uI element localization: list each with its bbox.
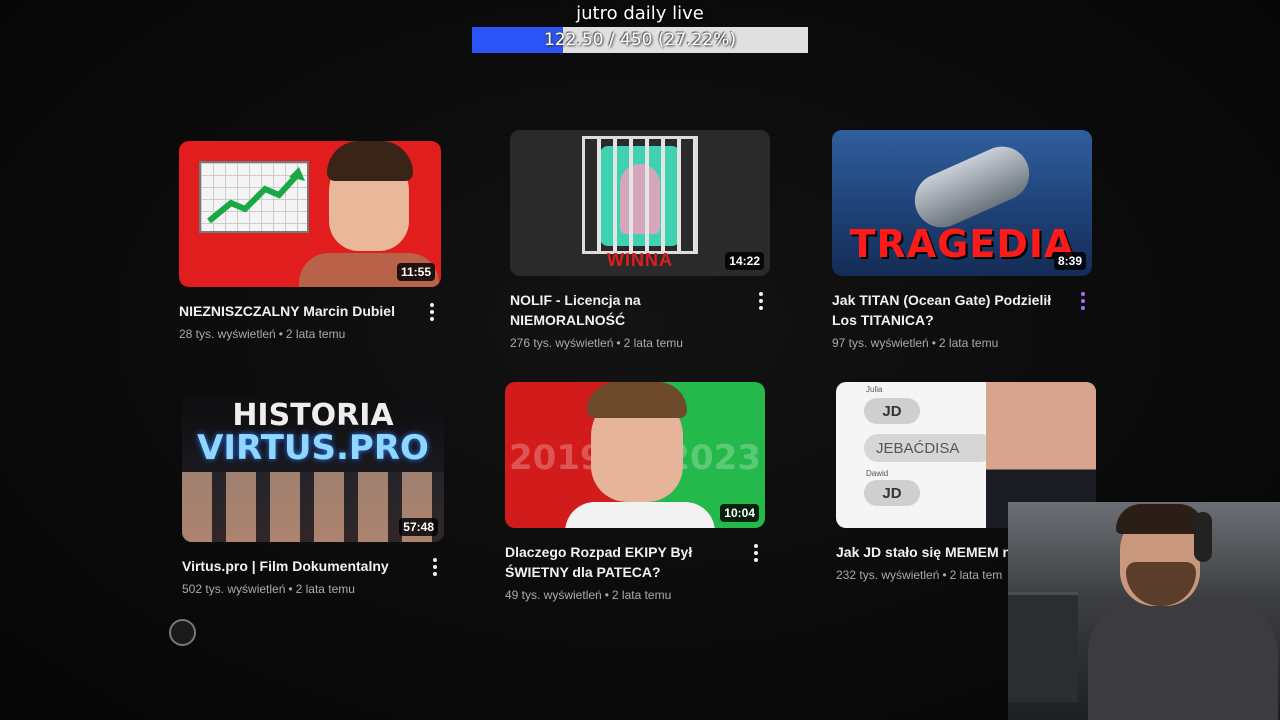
video-title[interactable]: Virtus.pro | Film Dokumentalny xyxy=(182,556,418,576)
jail-bars-graphic xyxy=(582,136,698,254)
more-vert-icon[interactable] xyxy=(428,556,442,578)
video-stats: 28 tys. wyświetleń • 2 lata temu xyxy=(179,327,346,341)
video-card[interactable]: HISTORIA VIRTUS.PRO 57:48 Virtus.pro | F… xyxy=(182,396,444,596)
chat-bubble: JD xyxy=(864,480,920,506)
video-stats: 276 tys. wyświetleń • 2 lata temu xyxy=(510,336,683,350)
chart-graphic xyxy=(199,161,309,233)
video-views: 276 tys. wyświetleń xyxy=(510,336,614,350)
video-thumbnail[interactable]: HISTORIA VIRTUS.PRO 57:48 xyxy=(182,396,444,542)
stream-goal-progress-text: 122.50 / 450 (27.22%) xyxy=(544,30,736,50)
video-card[interactable]: TRAGEDIA 8:39 Jak TITAN (Ocean Gate) Pod… xyxy=(832,130,1092,350)
video-title[interactable]: NIEZNISZCZALNY Marcin Dubiel xyxy=(179,301,415,321)
thumbnail-caption: 2019 xyxy=(509,438,604,478)
video-card[interactable]: 2019 2023 10:04 Dlaczego Rozpad EKIPY By… xyxy=(505,382,765,602)
video-age: 2 lata temu xyxy=(611,588,672,602)
more-vert-icon[interactable] xyxy=(754,290,768,312)
video-age: 2 lata temu xyxy=(623,336,683,350)
chat-bubble: JD xyxy=(864,398,920,424)
video-views: 49 tys. wyświetleń xyxy=(505,588,602,602)
loading-spinner-icon xyxy=(169,619,196,646)
video-age: 2 lata temu xyxy=(285,327,346,341)
video-views: 502 tys. wyświetleń xyxy=(182,582,286,596)
video-thumbnail[interactable]: WINNA 14:22 xyxy=(510,130,770,276)
video-age: 2 lata temu xyxy=(938,336,999,350)
video-age: 2 lata temu xyxy=(295,582,355,596)
video-duration: 11:55 xyxy=(396,263,435,281)
video-thumbnail[interactable]: 2019 2023 10:04 xyxy=(505,382,765,528)
thumbnail-caption: VIRTUS.PRO xyxy=(197,428,429,468)
stream-goal-title: jutro daily live xyxy=(576,3,704,24)
video-views: 232 tys. wyświetleń xyxy=(836,568,940,582)
more-vert-icon[interactable] xyxy=(425,301,439,323)
video-thumbnail[interactable]: 11:55 xyxy=(179,141,441,287)
video-stats: 49 tys. wyświetleń • 2 lata temu xyxy=(505,588,672,602)
video-stats: 97 tys. wyświetleń • 2 lata temu xyxy=(832,336,999,350)
video-card[interactable]: 11:55 NIEZNISZCZALNY Marcin Dubiel 28 ty… xyxy=(179,141,441,341)
stream-goal-progress-bar: 122.50 / 450 (27.22%) xyxy=(472,27,808,53)
chat-username: Dawid xyxy=(866,469,889,478)
video-duration: 14:22 xyxy=(725,252,764,270)
video-stats: 502 tys. wyświetleń • 2 lata temu xyxy=(182,582,355,596)
more-vert-icon[interactable] xyxy=(1076,290,1090,312)
chat-bubble: JEBAĆDISA xyxy=(864,434,994,462)
video-title[interactable]: NOLIF - Licencja na NIEMORALNOŚĆ xyxy=(510,290,744,330)
video-title[interactable]: Jak TITAN (Ocean Gate) Podzielił Los TIT… xyxy=(832,290,1066,330)
webcam-overlay xyxy=(1008,502,1280,720)
headset-graphic xyxy=(1194,512,1212,562)
video-views: 97 tys. wyświetleń xyxy=(832,336,929,350)
video-duration: 8:39 xyxy=(1053,252,1086,270)
video-duration: 10:04 xyxy=(720,504,759,522)
video-title[interactable]: Dlaczego Rozpad EKIPY Był ŚWIETNY dla PA… xyxy=(505,542,739,582)
video-card[interactable]: WINNA 14:22 NOLIF - Licencja na NIEMORAL… xyxy=(510,130,770,350)
video-age: 2 lata tem xyxy=(949,568,1003,582)
video-thumbnail[interactable]: TRAGEDIA 8:39 xyxy=(832,130,1092,276)
chat-username: Julia xyxy=(866,385,883,394)
more-vert-icon[interactable] xyxy=(749,542,763,564)
video-views: 28 tys. wyświetleń xyxy=(179,327,276,341)
video-duration: 57:48 xyxy=(399,518,438,536)
